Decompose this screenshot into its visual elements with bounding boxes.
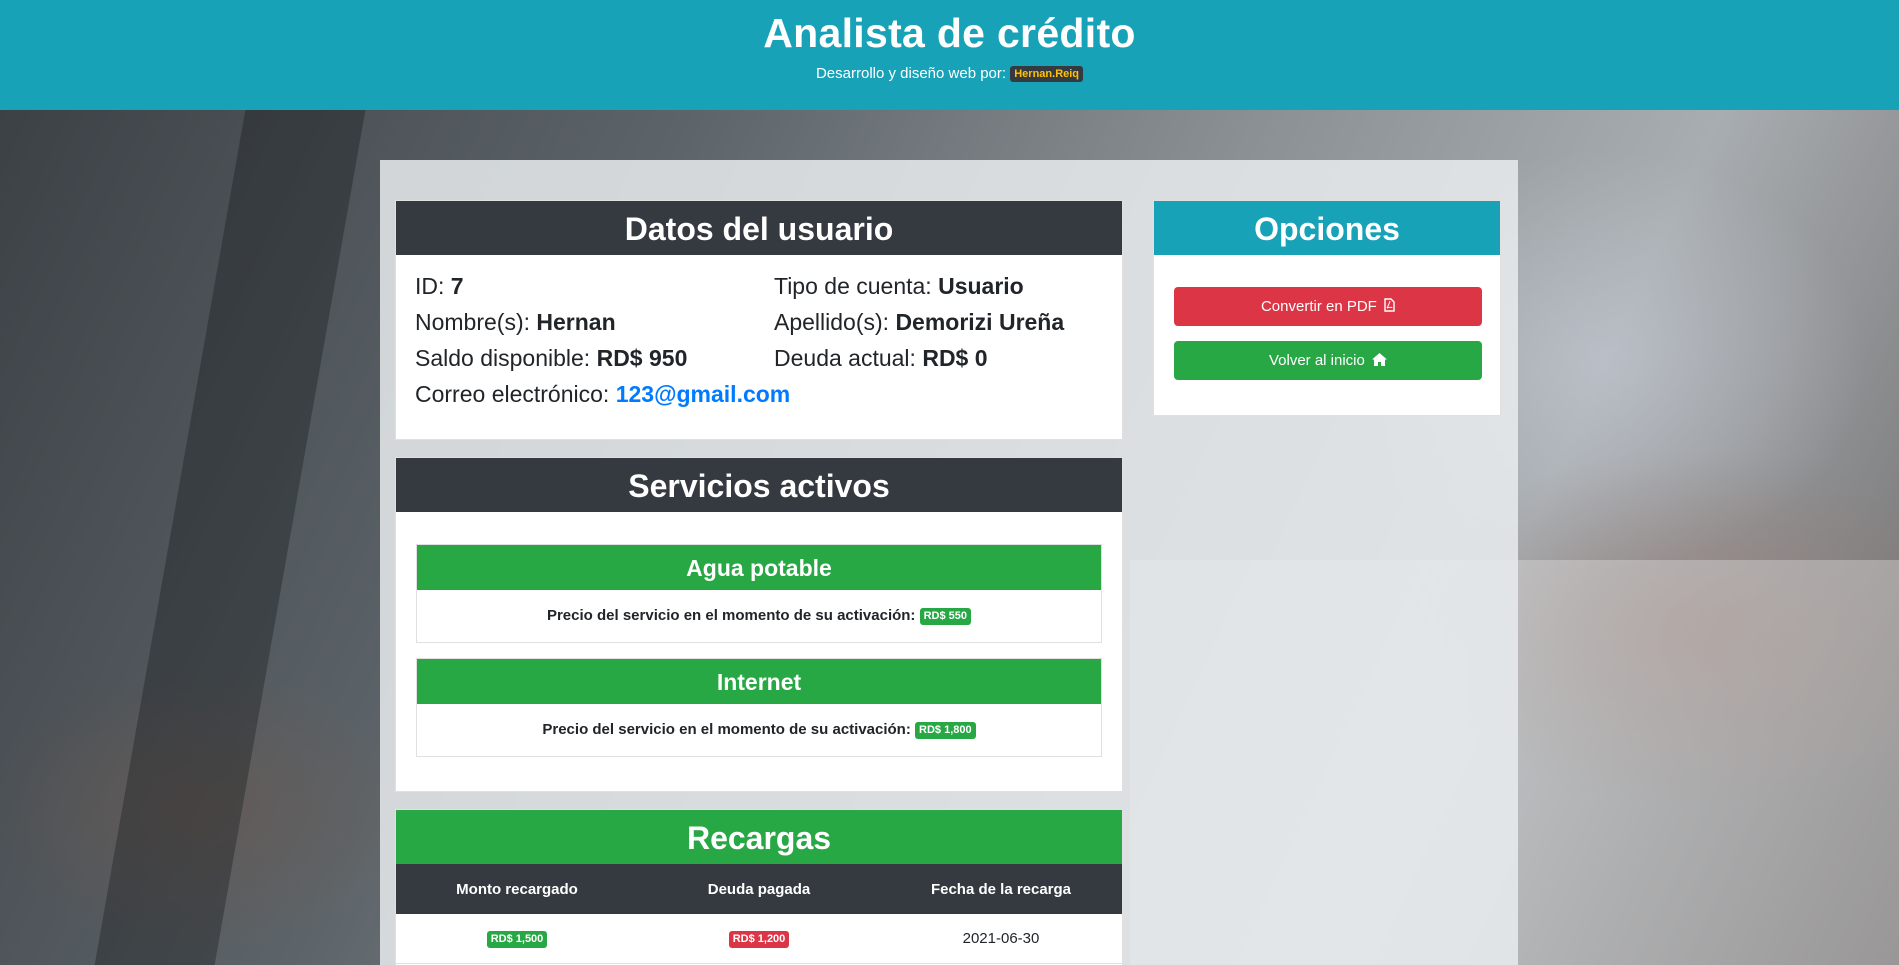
debt-value: RD$ 0 xyxy=(922,345,988,371)
user-surname: Apellido(s): Demorizi Ureña xyxy=(774,309,1064,336)
author-badge: Hernan.Reiq xyxy=(1010,66,1084,82)
home-icon xyxy=(1372,353,1388,368)
available-balance: Saldo disponible: RD$ 950 xyxy=(415,345,687,372)
options-card: Opciones Convertir en PDF Volver al inic… xyxy=(1153,200,1501,416)
user-data-title: Datos del usuario xyxy=(396,201,1122,255)
debt-paid-badge: RD$ 1,200 xyxy=(728,931,790,948)
user-data-card: Datos del usuario ID: 7 Tipo de cuenta: … xyxy=(395,200,1123,440)
user-id: ID: 7 xyxy=(415,273,464,300)
column-header-date: Fecha de la recarga xyxy=(930,881,1072,898)
page-subtitle: Desarrollo y diseño web por: Hernan.Reiq xyxy=(0,65,1899,82)
page-title: Analista de crédito xyxy=(763,10,1136,56)
user-name-label: Nombre(s): xyxy=(415,309,531,335)
page-header: Analista de crédito Desarrollo y diseño … xyxy=(0,0,1899,110)
account-type-label: Tipo de cuenta: xyxy=(774,273,932,299)
back-home-label: Volver al inicio xyxy=(1268,352,1365,369)
convert-pdf-button[interactable]: Convertir en PDF xyxy=(1174,287,1482,326)
service-item: Agua potable Precio del servicio en el m… xyxy=(416,544,1102,643)
email-label: Correo electrónico: xyxy=(415,381,610,407)
user-surname-label: Apellido(s): xyxy=(774,309,890,335)
user-id-label: ID: xyxy=(415,273,445,299)
main-container: Datos del usuario ID: 7 Tipo de cuenta: … xyxy=(380,160,1518,965)
email-link[interactable]: 123@gmail.com xyxy=(616,381,791,407)
recharges-title: Recargas xyxy=(396,810,1122,864)
convert-pdf-label: Convertir en PDF xyxy=(1260,298,1377,315)
column-header-debt-paid: Deuda pagada xyxy=(707,881,811,898)
debt-label: Deuda actual: xyxy=(774,345,916,371)
service-price-label: Precio del servicio en el momento de su … xyxy=(546,607,916,624)
user-name: Nombre(s): Hernan xyxy=(415,309,616,336)
service-name: Internet xyxy=(417,659,1101,704)
account-type: Tipo de cuenta: Usuario xyxy=(774,273,1024,300)
table-row: RD$ 1,500 RD$ 1,200 2021-06-30 xyxy=(396,914,1122,964)
service-item: Internet Precio del servicio en el momen… xyxy=(416,658,1102,757)
amount-badge: RD$ 1,500 xyxy=(486,931,548,948)
user-name-value: Hernan xyxy=(536,309,616,335)
balance-label: Saldo disponible: xyxy=(415,345,591,371)
service-price-row: Precio del servicio en el momento de su … xyxy=(417,704,1101,756)
account-type-value: Usuario xyxy=(938,273,1024,299)
active-services-title: Servicios activos xyxy=(396,458,1122,512)
user-surname-value: Demorizi Ureña xyxy=(895,309,1065,335)
service-price-row: Precio del servicio en el momento de su … xyxy=(417,590,1101,642)
service-price-badge: RD$ 1,800 xyxy=(915,722,976,739)
current-debt: Deuda actual: RD$ 0 xyxy=(774,345,988,372)
debt-paid-cell: RD$ 1,200 xyxy=(638,914,880,963)
balance-value: RD$ 950 xyxy=(596,345,688,371)
service-price-label: Precio del servicio en el momento de su … xyxy=(542,721,911,738)
column-header-amount: Monto recargado xyxy=(456,881,578,898)
file-pdf-icon xyxy=(1384,298,1395,314)
user-email: Correo electrónico: 123@gmail.com xyxy=(415,381,790,408)
amount-cell: RD$ 1,500 xyxy=(396,914,638,963)
service-price-badge: RD$ 550 xyxy=(919,608,972,625)
user-id-value: 7 xyxy=(450,273,464,299)
date-cell: 2021-06-30 xyxy=(962,930,1040,947)
recharges-card: Recargas Monto recargado Deuda pagada Fe… xyxy=(395,809,1123,965)
active-services-card: Servicios activos Agua potable Precio de… xyxy=(395,457,1123,792)
subtitle-text: Desarrollo y diseño web por: xyxy=(815,65,1007,82)
service-name: Agua potable xyxy=(417,545,1101,590)
back-home-button[interactable]: Volver al inicio xyxy=(1174,341,1482,380)
recharges-table-header: Monto recargado Deuda pagada Fecha de la… xyxy=(396,864,1122,914)
options-title: Opciones xyxy=(1154,201,1500,255)
